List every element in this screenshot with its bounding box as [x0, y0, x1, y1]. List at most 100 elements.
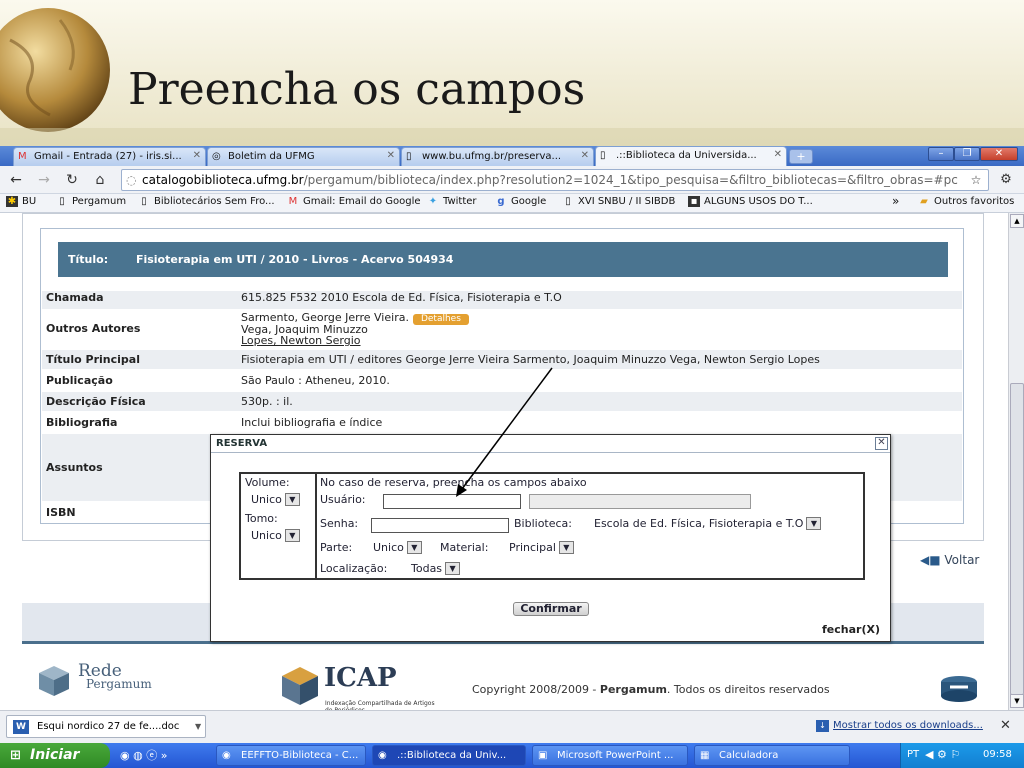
taskbar: ⊞ Iniciar ◉ ◍ ⓔ » ◉ EEFFTO-Biblioteca - C… — [0, 743, 1024, 768]
senha-input[interactable] — [371, 518, 509, 533]
fechar-link[interactable]: fechar(X) — [822, 623, 880, 636]
tab-boletim[interactable]: ◎ Boletim da UFMG ✕ — [207, 147, 400, 166]
back-icon[interactable]: ← — [6, 171, 26, 189]
bookmark-star-icon[interactable]: ☆ — [966, 171, 986, 189]
biblioteca-select[interactable]: Escola de Ed. Física, Fisioterapia e T.O… — [594, 517, 822, 532]
task-eeffto[interactable]: ◉ EEFFTO-Biblioteca - C... — [216, 745, 366, 766]
language-indicator[interactable]: PT — [907, 749, 919, 760]
row-label: Outros Autores — [46, 322, 141, 335]
author-3-link[interactable]: Lopes, Newton Sergio — [241, 334, 361, 347]
footer: Rede Pergamum ICAP Indexação Compartilha… — [22, 645, 984, 710]
rede-subtitle: Pergamum — [86, 677, 152, 691]
usuario-input[interactable] — [383, 494, 521, 509]
bookmark-pergamum[interactable]: ▯ Pergamum — [56, 196, 126, 207]
scroll-thumb[interactable] — [1010, 383, 1024, 695]
close-downloads-icon[interactable]: ✕ — [1000, 718, 1011, 733]
close-window-button[interactable]: ✕ — [980, 147, 1018, 161]
clock: 09:58 — [983, 749, 1012, 760]
firefox-icon[interactable]: ◍ — [133, 749, 143, 762]
tab-biblioteca[interactable]: ▯ .::Biblioteca da Universida... ✕ — [595, 146, 787, 166]
close-icon[interactable]: ✕ — [875, 437, 888, 450]
system-tray: PT ◀ ⚙ ⚐ 09:58 — [900, 743, 1024, 768]
icap-cube-icon — [282, 667, 318, 705]
bookmark-snbu[interactable]: ▯ XVI SNBU / II SIBDB — [562, 196, 675, 207]
close-icon[interactable]: ✕ — [387, 150, 395, 161]
chevron-down-icon: ▼ — [558, 541, 574, 554]
row-titulo-principal: Título Principal Fisioterapia em UTI / e… — [42, 350, 962, 370]
bookmark-google[interactable]: g Google — [495, 196, 546, 207]
task-calculadora[interactable]: ▦ Calculadora — [694, 745, 850, 766]
row-publicacao: Publicação São Paulo : Atheneu, 2010. — [42, 371, 962, 391]
localizacao-select[interactable]: Todas ▼ — [411, 562, 461, 577]
voltar-button[interactable]: ◀■ Voltar — [920, 553, 979, 567]
tab-label: Boletim da UFMG — [228, 151, 315, 162]
bookmark-label: Bibliotecários Sem Fro... — [154, 196, 275, 207]
minimize-button[interactable]: – — [928, 147, 954, 161]
row-label: Título Principal — [46, 353, 140, 366]
tab-bu-preserva[interactable]: ▯ www.bu.ufmg.br/preserva... ✕ — [401, 147, 594, 166]
tomo-select[interactable]: Unico ▼ — [251, 529, 300, 544]
folder-icon: ▰ — [920, 196, 928, 207]
downloads-bar: W Esqui nordico 27 de fe....doc ▼ ↓ Mostr… — [0, 710, 1024, 743]
page-icon: ▯ — [565, 196, 571, 207]
rede-pergamum-logo: Rede Pergamum — [36, 661, 152, 702]
row-label: Publicação — [46, 374, 113, 387]
confirmar-button[interactable]: Confirmar — [513, 602, 589, 616]
copyright-brand: Pergamum — [599, 683, 667, 696]
row-value: São Paulo : Atheneu, 2010. — [241, 374, 390, 387]
parte-select[interactable]: Unico ▼ — [373, 541, 422, 556]
wrench-icon[interactable]: ⚙ — [996, 171, 1016, 189]
home-icon[interactable]: ⌂ — [90, 171, 110, 189]
scroll-down-icon[interactable]: ▼ — [1010, 694, 1024, 708]
quicklaunch-more-button[interactable]: » — [161, 749, 168, 762]
row-label: Bibliografia — [46, 416, 118, 429]
volume-select[interactable]: Unico ▼ — [251, 493, 300, 508]
ie-icon[interactable]: ⓔ — [146, 749, 157, 762]
icap-subtitle: Indexação Compartilhada de Artigos de Pe… — [325, 700, 435, 710]
start-button[interactable]: ⊞ Iniciar — [0, 743, 110, 768]
browser-toolbar: ← → ↻ ⌂ ◌ catalogobiblioteca.ufmg.br/per… — [0, 166, 1024, 194]
slide-title: Preencha os campos — [128, 64, 586, 115]
new-tab-button[interactable]: + — [789, 149, 813, 164]
close-icon[interactable]: ✕ — [581, 150, 589, 161]
vertical-scrollbar[interactable]: ▲ ▼ — [1008, 213, 1024, 710]
task-powerpoint[interactable]: ▣ Microsoft PowerPoint ... — [532, 745, 688, 766]
task-biblioteca[interactable]: ◉ .::Biblioteca da Univ... — [372, 745, 526, 766]
browser-tabbar: M Gmail - Entrada (27) - iris.si... ✕ ◎ … — [0, 146, 1024, 166]
tray-icons[interactable]: ◀ ⚙ ⚐ — [925, 748, 960, 761]
row-label: Chamada — [46, 291, 104, 304]
maximize-button[interactable]: ❐ — [954, 147, 980, 161]
record-title-label: Título: — [68, 253, 109, 266]
download-item[interactable]: W Esqui nordico 27 de fe....doc ▼ — [6, 715, 206, 738]
slide-header: Preencha os campos — [0, 0, 1024, 148]
chrome-icon[interactable]: ◉ — [120, 749, 130, 762]
biblioteca-label: Biblioteca: — [514, 517, 573, 530]
bookmark-bu[interactable]: ✱ BU — [6, 196, 36, 207]
chevron-down-icon[interactable]: ▼ — [195, 716, 201, 737]
close-icon[interactable]: ✕ — [774, 149, 782, 160]
bookmarks-more-button[interactable]: » — [892, 194, 899, 208]
forward-icon[interactable]: → — [34, 171, 54, 189]
tab-gmail[interactable]: M Gmail - Entrada (27) - iris.si... ✕ — [13, 147, 206, 166]
other-bookmarks-button[interactable]: ▰ Outros favoritos — [918, 196, 1014, 207]
parte-label: Parte: — [320, 541, 353, 554]
details-button[interactable]: Detalhes — [412, 314, 469, 325]
url-host: catalogobiblioteca.ufmg.br — [142, 173, 304, 187]
scroll-up-icon[interactable]: ▲ — [1010, 214, 1024, 228]
bookmark-bibliotecarios[interactable]: ▯ Bibliotecários Sem Fro... — [138, 196, 275, 207]
close-icon[interactable]: ✕ — [193, 150, 201, 161]
address-bar[interactable]: ◌ catalogobiblioteca.ufmg.br/pergamum/bi… — [121, 169, 989, 191]
reload-icon[interactable]: ↻ — [62, 171, 82, 189]
page-icon: ▯ — [141, 196, 147, 207]
row-label: ISBN — [46, 506, 76, 519]
material-select[interactable]: Principal ▼ — [509, 541, 574, 556]
form-divider — [315, 474, 317, 578]
show-all-downloads-link[interactable]: ↓ Mostrar todos os downloads... — [816, 720, 983, 732]
bookmark-twitter[interactable]: ✦ Twitter — [427, 196, 477, 207]
bookmark-alguns-usos[interactable]: ▪ ALGUNS USOS DO T... — [688, 196, 813, 207]
quick-launch: ◉ ◍ ⓔ » — [120, 747, 200, 764]
chevron-down-icon: ▼ — [284, 493, 300, 506]
row-label: Assuntos — [46, 461, 103, 474]
bookmark-label: Google — [511, 196, 547, 207]
bookmark-gmail[interactable]: M Gmail: Email do Google — [287, 196, 421, 207]
